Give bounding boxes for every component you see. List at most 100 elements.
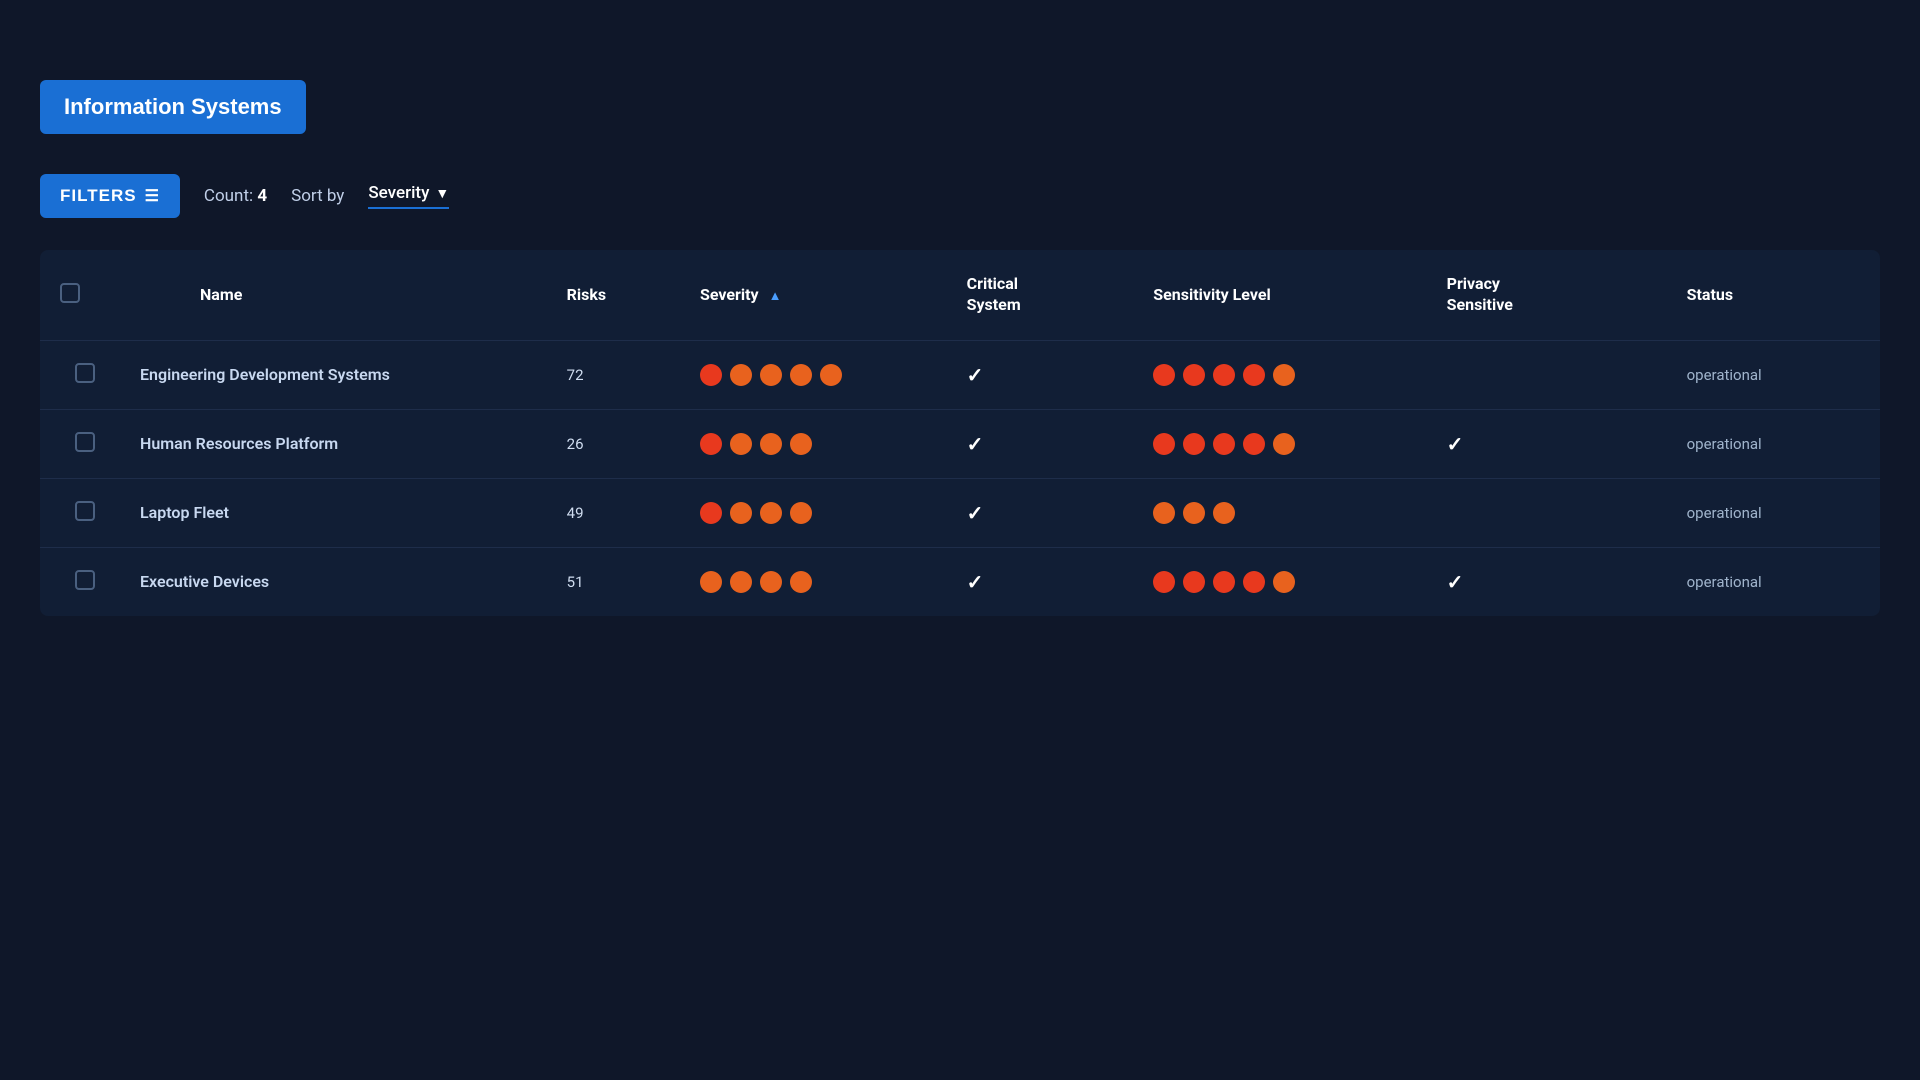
header-checkbox-cell bbox=[40, 250, 120, 340]
table-row: Laptop Fleet49 ✓ operational bbox=[40, 478, 1880, 547]
row-checkbox-cell bbox=[40, 409, 120, 478]
row-sensitivity-level bbox=[1133, 478, 1426, 547]
sensitivity-dot bbox=[1273, 571, 1295, 593]
sensitivity-dot bbox=[1213, 433, 1235, 455]
select-all-checkbox[interactable] bbox=[60, 283, 80, 303]
sensitivity-dot bbox=[1183, 571, 1205, 593]
privacy-checkmark-icon: ✓ bbox=[1447, 432, 1464, 456]
row-name: Human Resources Platform bbox=[120, 409, 547, 478]
sort-dropdown-text: Severity bbox=[368, 183, 429, 203]
row-severity bbox=[680, 547, 947, 616]
severity-dot bbox=[760, 433, 782, 455]
col-header-severity[interactable]: Severity ▲ bbox=[680, 250, 947, 340]
status-badge: operational bbox=[1687, 366, 1762, 384]
sensitivity-dot bbox=[1153, 502, 1175, 524]
filters-icon: ☰ bbox=[145, 186, 160, 206]
row-privacy-sensitive: ✓ bbox=[1427, 547, 1667, 616]
row-checkbox-cell bbox=[40, 547, 120, 616]
page-title-button[interactable]: Information Systems bbox=[40, 80, 306, 134]
row-checkbox-cell bbox=[40, 478, 120, 547]
row-status: operational bbox=[1667, 409, 1880, 478]
row-status: operational bbox=[1667, 547, 1880, 616]
checkmark-icon: ✓ bbox=[967, 363, 984, 387]
count-label: Count: 4 bbox=[204, 186, 267, 206]
row-checkbox[interactable] bbox=[75, 570, 95, 590]
table-body: Engineering Development Systems72✓operat… bbox=[40, 340, 1880, 616]
severity-dot bbox=[790, 364, 812, 386]
col-header-critical-system: CriticalSystem bbox=[947, 250, 1134, 340]
severity-dot bbox=[730, 364, 752, 386]
row-name: Executive Devices bbox=[120, 547, 547, 616]
status-badge: operational bbox=[1687, 435, 1762, 453]
row-checkbox[interactable] bbox=[75, 501, 95, 521]
sensitivity-dot bbox=[1153, 571, 1175, 593]
row-status: operational bbox=[1667, 340, 1880, 409]
table-header-row: Name Risks Severity ▲ CriticalSystem Sen… bbox=[40, 250, 1880, 340]
col-header-risks: Risks bbox=[547, 250, 680, 340]
status-badge: operational bbox=[1687, 504, 1762, 522]
page-wrapper: Information Systems FILTERS ☰ Count: 4 S… bbox=[0, 0, 1920, 656]
row-sensitivity-level bbox=[1133, 340, 1426, 409]
chevron-down-icon: ▼ bbox=[435, 185, 449, 202]
row-severity bbox=[680, 478, 947, 547]
col-header-status: Status bbox=[1667, 250, 1880, 340]
checkmark-icon: ✓ bbox=[967, 432, 984, 456]
row-privacy-sensitive: ✓ bbox=[1427, 409, 1667, 478]
severity-dot bbox=[760, 502, 782, 524]
severity-dot bbox=[700, 364, 722, 386]
sensitivity-dot bbox=[1153, 433, 1175, 455]
row-sensitivity-level bbox=[1133, 409, 1426, 478]
row-risks: 51 bbox=[547, 547, 680, 616]
sensitivity-dot bbox=[1213, 571, 1235, 593]
row-critical-system: ✓ bbox=[947, 340, 1134, 409]
sensitivity-dot bbox=[1213, 364, 1235, 386]
severity-dot bbox=[700, 433, 722, 455]
row-critical-system: ✓ bbox=[947, 547, 1134, 616]
privacy-checkmark-icon: ✓ bbox=[1447, 570, 1464, 594]
row-checkbox[interactable] bbox=[75, 363, 95, 383]
table-row: Executive Devices51 ✓ ✓ operational bbox=[40, 547, 1880, 616]
checkmark-icon: ✓ bbox=[967, 570, 984, 594]
row-risks: 26 bbox=[547, 409, 680, 478]
severity-dot bbox=[730, 571, 752, 593]
sensitivity-dot bbox=[1183, 433, 1205, 455]
row-status: operational bbox=[1667, 478, 1880, 547]
sort-by-label: Sort by bbox=[291, 186, 344, 206]
severity-dot bbox=[760, 364, 782, 386]
severity-dot bbox=[730, 433, 752, 455]
col-header-privacy-sensitive: PrivacySensitive bbox=[1427, 250, 1667, 340]
severity-dot bbox=[790, 433, 812, 455]
row-checkbox[interactable] bbox=[75, 432, 95, 452]
sensitivity-dot bbox=[1153, 364, 1175, 386]
row-sensitivity-level bbox=[1133, 547, 1426, 616]
sensitivity-dot bbox=[1183, 364, 1205, 386]
count-value: 4 bbox=[257, 186, 267, 206]
row-risks: 72 bbox=[547, 340, 680, 409]
row-privacy-sensitive bbox=[1427, 478, 1667, 547]
row-risks: 49 bbox=[547, 478, 680, 547]
table-row: Engineering Development Systems72✓operat… bbox=[40, 340, 1880, 409]
row-privacy-sensitive bbox=[1427, 340, 1667, 409]
severity-dot bbox=[700, 502, 722, 524]
sort-dropdown[interactable]: Severity ▼ bbox=[368, 183, 449, 209]
filters-button[interactable]: FILTERS ☰ bbox=[40, 174, 180, 218]
filters-label: FILTERS bbox=[60, 186, 137, 206]
severity-dot bbox=[700, 571, 722, 593]
severity-dot bbox=[760, 571, 782, 593]
table-container: Name Risks Severity ▲ CriticalSystem Sen… bbox=[40, 250, 1880, 616]
sensitivity-dot bbox=[1213, 502, 1235, 524]
col-header-name: Name bbox=[120, 250, 547, 340]
sensitivity-dot bbox=[1243, 364, 1265, 386]
row-severity bbox=[680, 340, 947, 409]
row-name: Laptop Fleet bbox=[120, 478, 547, 547]
severity-dot bbox=[790, 502, 812, 524]
sensitivity-dot bbox=[1273, 364, 1295, 386]
status-badge: operational bbox=[1687, 573, 1762, 591]
sensitivity-dot bbox=[1183, 502, 1205, 524]
severity-dot bbox=[820, 364, 842, 386]
filters-bar: FILTERS ☰ Count: 4 Sort by Severity ▼ bbox=[40, 174, 1880, 218]
checkmark-icon: ✓ bbox=[967, 501, 984, 525]
row-severity bbox=[680, 409, 947, 478]
row-critical-system: ✓ bbox=[947, 478, 1134, 547]
sensitivity-dot bbox=[1243, 433, 1265, 455]
